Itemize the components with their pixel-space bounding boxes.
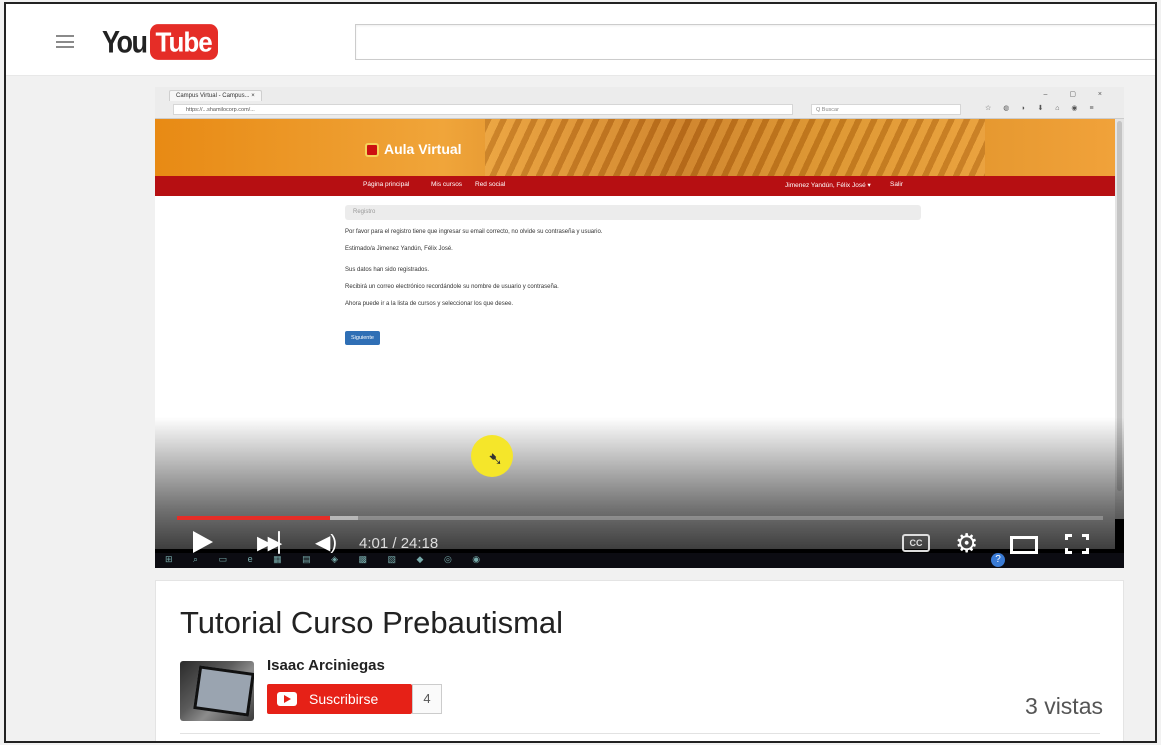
video-player[interactable]: Campus Virtual - Campus... × – ▢ × https…: [155, 87, 1124, 568]
view-count: 3 vistas: [1025, 693, 1103, 719]
site-line: Sus datos han sido registrados.: [345, 267, 430, 273]
next-icon[interactable]: ▶▶▏: [257, 532, 293, 555]
video-title: Tutorial Curso Prebautismal: [180, 605, 564, 640]
site-nav-logout: Salir: [890, 181, 904, 188]
channel-name[interactable]: Isaac Arciniegas: [267, 657, 385, 674]
site-line: Ahora puede ir a la lista de cursos y se…: [345, 301, 514, 307]
recorded-url-bar: https://...shamilocorp.com/...: [173, 104, 793, 115]
site-line: Por favor para el registro tiene que ing…: [345, 229, 603, 235]
recorded-toolbar-icons: ☆ ◍ ◗ ⬇ ⌂ ◉ ≡: [985, 105, 1099, 112]
recorded-window-controls: – ▢ ×: [1043, 91, 1112, 98]
play-icon[interactable]: [193, 531, 213, 553]
site-body: Registro Por favor para el registro tien…: [345, 205, 925, 345]
fullscreen-icon[interactable]: [1065, 534, 1089, 554]
recorded-search-bar: Q Buscar: [811, 104, 961, 115]
player-controls: ▶▶▏ ◀) 4:01 / 24:18 CC ⚙: [155, 528, 1124, 568]
site-nav-user: Jimenez Yandún, Félix José ▾: [785, 182, 871, 189]
site-nav-social: Red social: [475, 181, 506, 188]
subscribe-label: Suscribirse: [309, 691, 379, 707]
site-next-button: Siguiente: [345, 331, 380, 345]
site-breadcrumb: Registro: [345, 205, 921, 220]
page-scrollbar[interactable]: [1135, 76, 1155, 741]
site-nav-my-courses: Mis cursos: [431, 181, 463, 188]
subscriber-count: 4: [412, 684, 442, 714]
site-logo: Aula Virtual: [365, 141, 462, 158]
site-logo-text: Aula Virtual: [384, 141, 462, 157]
site-line: Recibirá un correo electrónico recordánd…: [345, 284, 559, 290]
captions-button[interactable]: CC: [902, 534, 930, 552]
search-input[interactable]: [355, 24, 1155, 60]
site-banner: Aula Virtual: [155, 119, 1115, 176]
volume-icon[interactable]: ◀): [315, 530, 337, 555]
progress-bar[interactable]: [177, 516, 1103, 520]
theater-mode-icon[interactable]: [1010, 536, 1038, 554]
site-nav-home: Página principal: [363, 181, 410, 188]
screenshot-frame: You Tube Campus Virtual - Campus... × – …: [4, 2, 1157, 743]
recorded-browser-chrome: Campus Virtual - Campus... × – ▢ × https…: [155, 87, 1124, 119]
mouse-pointer-icon: ➷: [488, 449, 504, 469]
menu-icon[interactable]: [56, 35, 74, 48]
gear-icon[interactable]: ⚙: [955, 528, 978, 559]
subscribe-button[interactable]: Suscribirse: [267, 684, 412, 714]
channel-avatar[interactable]: [180, 661, 254, 721]
played-bar: [177, 516, 330, 520]
site-nav: Página principal Mis cursos Red social J…: [155, 176, 1115, 196]
site-line: Estimado/a Jimenez Yandún, Félix José.: [345, 246, 453, 252]
time-display: 4:01 / 24:18: [359, 535, 439, 552]
logo-tube-text: Tube: [149, 24, 218, 60]
recorded-browser-tab: Campus Virtual - Campus... ×: [169, 90, 262, 101]
youtube-play-icon: [277, 692, 297, 706]
masthead: You Tube: [6, 4, 1155, 76]
video-info-card: Tutorial Curso Prebautismal Isaac Arcini…: [155, 580, 1124, 741]
shield-icon: [365, 143, 379, 158]
youtube-logo[interactable]: You Tube: [102, 24, 218, 60]
divider: [180, 733, 1100, 734]
logo-you-text: You: [102, 24, 148, 59]
